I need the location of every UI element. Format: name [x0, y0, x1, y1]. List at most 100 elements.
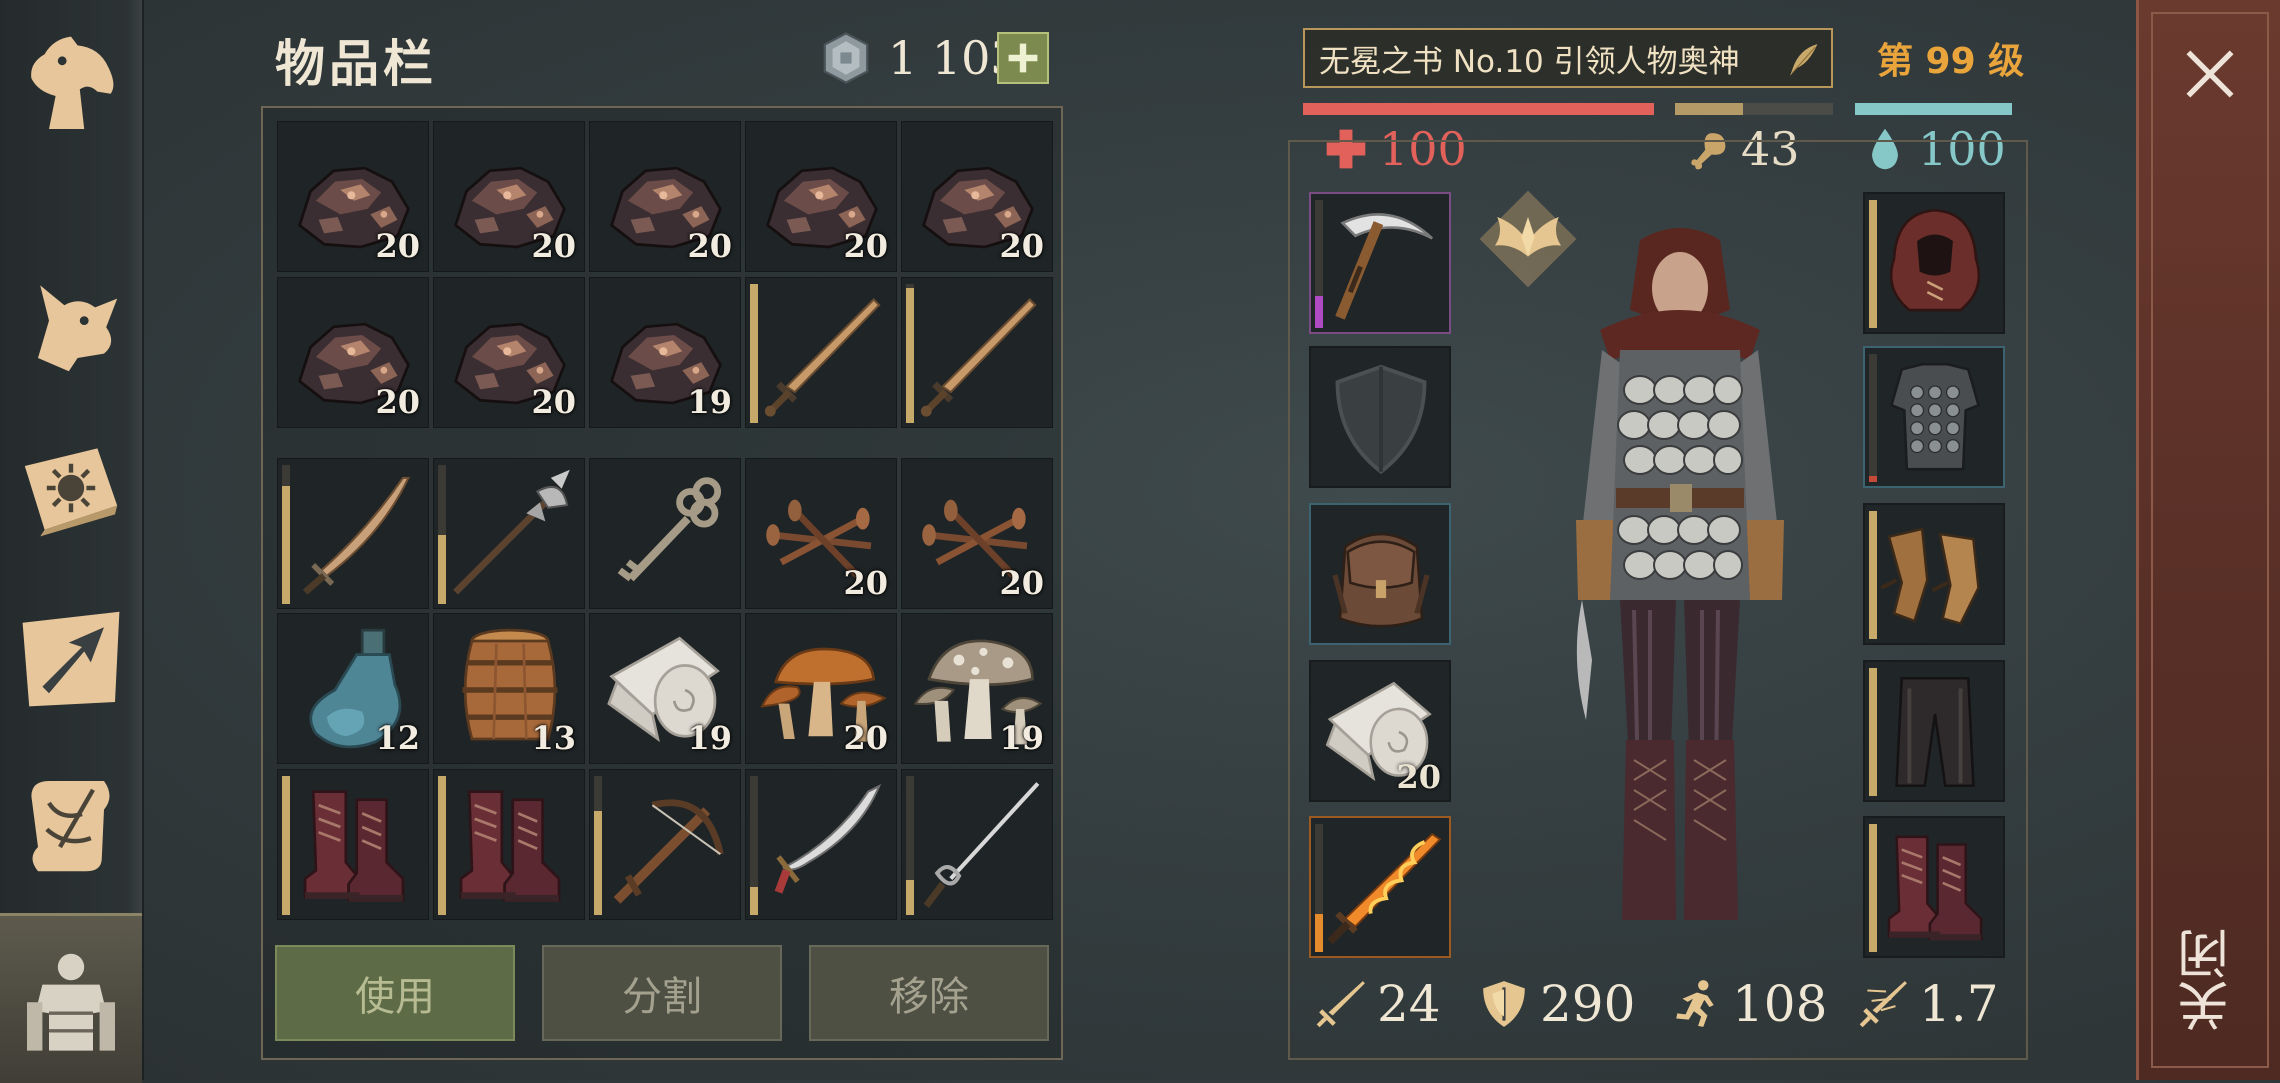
nav-pets[interactable] — [0, 245, 142, 405]
crossbow-icon — [598, 778, 734, 914]
attack-value: 24 — [1377, 975, 1441, 1033]
item-quantity: 20 — [531, 383, 576, 421]
rapier-icon — [910, 778, 1046, 914]
scroll-quill-icon — [16, 770, 126, 880]
item-slot[interactable]: 20 — [901, 121, 1053, 272]
book-title-banner[interactable]: 无冕之书 No.10 引领人物奥神 — [1303, 28, 1833, 88]
quill-icon — [1785, 42, 1821, 78]
scimitar-icon — [754, 778, 890, 914]
food-bar — [1675, 103, 1833, 115]
nav-skills[interactable] — [0, 408, 142, 568]
water-bar — [1855, 103, 2012, 115]
item-slot[interactable] — [1309, 192, 1451, 334]
item-slot[interactable] — [1863, 503, 2005, 645]
item-slot[interactable] — [277, 769, 429, 920]
item-slot[interactable]: 20 — [1309, 660, 1451, 802]
nav-mounts[interactable] — [0, 5, 142, 165]
currency-display: 1 103 — [818, 28, 1020, 88]
item-slot[interactable]: 20 — [433, 121, 585, 272]
leather-boots-icon — [1871, 824, 1999, 952]
item-slot[interactable] — [901, 277, 1053, 428]
item-slot[interactable]: 20 — [745, 121, 897, 272]
item-slot[interactable]: 20 — [901, 458, 1053, 609]
sun-book-icon — [16, 433, 126, 543]
nav-map[interactable] — [0, 578, 142, 738]
item-slot[interactable]: 20 — [589, 121, 741, 272]
inventory-title: 物品栏 — [275, 34, 437, 93]
running-speed-icon — [1670, 978, 1722, 1030]
nav-quests[interactable] — [0, 745, 142, 905]
item-slot[interactable]: 20 — [277, 121, 429, 272]
item-slot[interactable] — [901, 769, 1053, 920]
item-slot[interactable]: 13 — [433, 613, 585, 764]
item-slot[interactable]: 19 — [589, 613, 741, 764]
item-slot[interactable] — [1863, 192, 2005, 334]
remove-button[interactable]: 移除 — [809, 945, 1049, 1041]
item-quantity: 20 — [843, 719, 888, 757]
item-slot[interactable] — [1863, 346, 2005, 488]
item-slot[interactable] — [589, 769, 741, 920]
item-slot[interactable]: 20 — [745, 458, 897, 609]
silver-coin-icon — [818, 30, 874, 86]
item-slot[interactable] — [277, 458, 429, 609]
item-quantity: 20 — [375, 383, 420, 421]
flame-sword-icon — [1317, 824, 1445, 952]
armor-value: 290 — [1540, 975, 1636, 1033]
hood-icon — [1871, 200, 1999, 328]
add-currency-button[interactable] — [997, 32, 1049, 84]
close-panel[interactable] — [2136, 0, 2280, 1080]
item-quantity: 20 — [687, 227, 732, 265]
bronze-sword-icon — [910, 286, 1046, 422]
item-slot[interactable]: 19 — [901, 613, 1053, 764]
armor-stat: 290 — [1478, 975, 1635, 1033]
curved-sword-icon — [286, 467, 422, 603]
map-arrow-icon — [16, 603, 126, 713]
attack-stat: 24 — [1315, 975, 1441, 1033]
item-slot[interactable]: 19 — [589, 277, 741, 428]
attack-sword-icon — [1315, 978, 1367, 1030]
item-slot[interactable] — [1863, 816, 2005, 958]
leather-boots-icon — [286, 778, 422, 914]
item-quantity: 20 — [531, 227, 576, 265]
item-quantity: 19 — [687, 719, 732, 757]
item-quantity: 19 — [687, 383, 732, 421]
attack-speed-value: 1.7 — [1919, 975, 1999, 1033]
attack-speed-icon — [1857, 978, 1909, 1030]
item-slot[interactable]: 12 — [277, 613, 429, 764]
pickaxe-icon — [1317, 200, 1445, 328]
iron-key-icon — [598, 467, 734, 603]
backpack-icon — [1317, 511, 1445, 639]
shield-placeholder-icon — [1317, 354, 1445, 482]
item-slot[interactable] — [1309, 816, 1451, 958]
item-quantity: 20 — [1396, 758, 1441, 796]
armor-shield-icon — [1478, 978, 1530, 1030]
close-label[interactable]: 关闭 — [2168, 920, 2248, 1040]
item-slot[interactable]: 20 — [277, 277, 429, 428]
item-slot[interactable]: 20 — [745, 613, 897, 764]
item-slot[interactable] — [1309, 503, 1451, 645]
speed-value: 108 — [1732, 975, 1828, 1033]
item-quantity: 20 — [843, 227, 888, 265]
horse-icon — [16, 30, 126, 140]
item-slot[interactable] — [433, 458, 585, 609]
item-quantity: 20 — [375, 227, 420, 265]
attack-speed-stat: 1.7 — [1857, 975, 1999, 1033]
book-title: 无冕之书 No.10 引领人物奥神 — [1319, 43, 1740, 80]
halberd-icon — [442, 467, 578, 603]
character-model[interactable] — [1530, 220, 1830, 960]
item-slot[interactable] — [745, 769, 897, 920]
item-quantity: 13 — [531, 719, 576, 757]
item-slot[interactable] — [1863, 660, 2005, 802]
item-slot[interactable] — [589, 458, 741, 609]
item-slot[interactable] — [745, 277, 897, 428]
item-quantity: 20 — [843, 564, 888, 602]
item-slot[interactable] — [433, 769, 585, 920]
split-button[interactable]: 分割 — [542, 945, 782, 1041]
item-slot[interactable]: 20 — [433, 277, 585, 428]
leather-pants-icon — [1871, 668, 1999, 796]
use-button[interactable]: 使用 — [275, 945, 515, 1041]
close-x-icon[interactable] — [2180, 44, 2240, 104]
nav-character[interactable] — [0, 913, 142, 1083]
leather-gloves-icon — [1871, 511, 1999, 639]
item-slot[interactable] — [1309, 346, 1451, 488]
